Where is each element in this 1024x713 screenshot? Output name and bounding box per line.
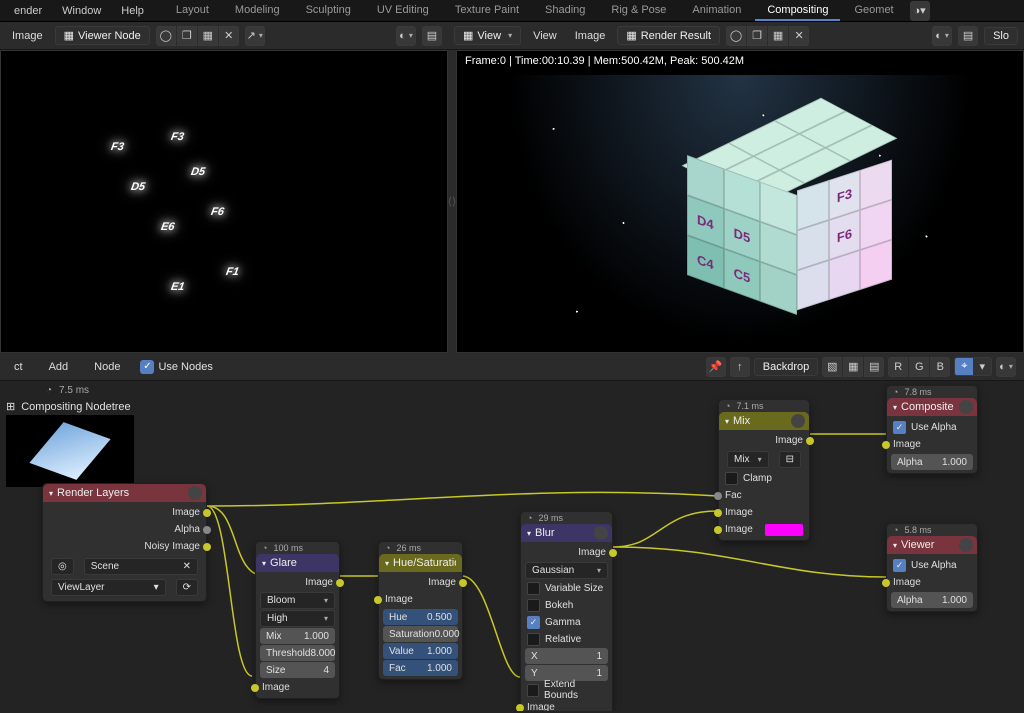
slot-selector[interactable]: Slo xyxy=(984,27,1018,45)
blur-x[interactable]: X1 xyxy=(525,648,608,664)
workspace-tabs: Layout Modeling Sculpting UV Editing Tex… xyxy=(164,1,906,21)
left-image-header: Image ▦Viewer Node ◯ ❐ ▦ ✕ ↗ ◐ ▤ xyxy=(0,22,448,50)
shield-icon[interactable]: ◯ xyxy=(156,26,176,46)
menu-ender[interactable]: ender xyxy=(4,2,52,20)
tab-geometry[interactable]: Geomet xyxy=(842,1,905,21)
pivot-icon[interactable]: ↗ xyxy=(245,26,265,46)
mix-dropdown-icon[interactable]: ⊟ xyxy=(779,451,801,468)
mix-color-swatch[interactable] xyxy=(765,524,803,536)
menu-window[interactable]: Window xyxy=(52,2,111,20)
render-scene: D4D5 C4C5 F3 F6 xyxy=(507,75,973,344)
close-icon[interactable]: ✕ xyxy=(789,26,809,46)
new-icon[interactable]: ▦ xyxy=(198,26,218,46)
nodetree-time: 7.5 ms xyxy=(46,385,134,396)
right-view-menu[interactable]: View xyxy=(527,28,563,44)
backdrop-fit-icon[interactable]: ▦ xyxy=(843,357,863,377)
right-view-dropdown[interactable]: ▦View xyxy=(454,26,521,45)
histogram-icon[interactable]: ▤ xyxy=(958,26,978,46)
shield-icon[interactable]: ◯ xyxy=(726,26,746,46)
backdrop-button[interactable]: Backdrop xyxy=(754,358,818,376)
preview-dot-icon[interactable] xyxy=(791,414,805,428)
tab-animation[interactable]: Animation xyxy=(680,1,753,21)
tab-uv[interactable]: UV Editing xyxy=(365,1,441,21)
glare-mix[interactable]: Mix1.000 xyxy=(260,628,335,644)
parent-icon[interactable]: ↑ xyxy=(730,357,750,377)
node-editor-header: ct Add Node ✓Use Nodes 📌 ↑ Backdrop ▧ ▦ … xyxy=(0,353,1024,381)
pin-icon[interactable]: 📌 xyxy=(706,357,726,377)
node-composite[interactable]: 7.8 ms Composite ✓Use Alpha Image Alpha1… xyxy=(886,385,978,474)
top-menu-bar: ender Window Help Layout Modeling Sculpt… xyxy=(0,0,1024,22)
glow-render-preview: F3 F3 D5 D5 E6 F6 E1 F1 xyxy=(81,131,321,341)
preview-dot-icon[interactable] xyxy=(594,526,608,540)
preview-dot-icon[interactable] xyxy=(959,400,973,414)
composite-alpha[interactable]: Alpha1.000 xyxy=(891,454,973,470)
left-image-menu[interactable]: Image xyxy=(6,28,49,44)
preview-dot-icon[interactable] xyxy=(188,486,202,500)
copy-icon[interactable]: ❐ xyxy=(177,26,197,46)
use-nodes-toggle[interactable]: ✓Use Nodes xyxy=(140,360,212,374)
backdrop-zoom-icon[interactable]: ▧ xyxy=(822,357,842,377)
backdrop-move-icon[interactable]: ▤ xyxy=(864,357,884,377)
scene-browse-icon[interactable]: ◎ xyxy=(51,558,74,575)
right-image-menu[interactable]: Image xyxy=(569,28,612,44)
node-glare[interactable]: 100 ms Glare Image Bloom High Mix1.000 T… xyxy=(255,541,340,699)
right-image-header: ▦View View Image ▦Render Result ◯ ❐ ▦ ✕ … xyxy=(448,22,1024,50)
display-channels-icon[interactable]: ◐ xyxy=(932,26,952,46)
node-render-layers[interactable]: Render Layers Image Alpha Noisy Image ◎ … xyxy=(42,483,207,602)
copy-icon[interactable]: ❐ xyxy=(747,26,767,46)
glare-quality[interactable]: High xyxy=(260,610,335,627)
node-hsv[interactable]: 26 ms Hue/Saturation/Value Image Image H… xyxy=(378,541,463,680)
glare-size[interactable]: Size4 xyxy=(260,662,335,678)
node-canvas[interactable]: 7.5 ms ⊞ Compositing Nodetree Render Laye… xyxy=(0,381,1024,711)
hsv-fac[interactable]: Fac1.000 xyxy=(383,660,458,676)
render-refresh-icon[interactable]: ⟳ xyxy=(176,579,198,596)
display-channels-icon[interactable]: ◐ xyxy=(396,26,416,46)
channel-r[interactable]: R xyxy=(888,357,908,377)
hsv-val[interactable]: Value1.000 xyxy=(383,643,458,659)
node-blur[interactable]: 29 ms Blur Image Gaussian Variable Size … xyxy=(520,511,613,711)
nodetree-icon: ⊞ xyxy=(6,400,15,413)
tab-texturepaint[interactable]: Texture Paint xyxy=(443,1,531,21)
overlay-icon[interactable]: ◐ xyxy=(996,357,1016,377)
tab-rigpose[interactable]: Rig & Pose xyxy=(599,1,678,21)
left-image-selector[interactable]: ▦Viewer Node xyxy=(55,26,150,45)
mix-mode[interactable]: Mix xyxy=(727,451,769,468)
close-icon[interactable]: ✕ xyxy=(219,26,239,46)
tab-shading[interactable]: Shading xyxy=(533,1,597,21)
menu-help[interactable]: Help xyxy=(111,2,154,20)
node-node-menu[interactable]: Node xyxy=(88,359,126,375)
node-viewer[interactable]: 5.8 ms Viewer ✓Use Alpha Image Alpha1.00… xyxy=(886,523,978,612)
new-icon[interactable]: ▦ xyxy=(768,26,788,46)
viewer-node-viewport[interactable]: F3 F3 D5 D5 E6 F6 E1 F1 xyxy=(0,50,448,353)
channel-g[interactable]: G xyxy=(909,357,929,377)
hsv-hue[interactable]: Hue0.500 xyxy=(383,609,458,625)
snap-toggle[interactable]: ⌖▾ xyxy=(954,357,992,376)
scene-field[interactable]: Scene✕ xyxy=(84,558,198,575)
right-image-selector[interactable]: ▦Render Result xyxy=(617,26,720,45)
nodetree-name: Compositing Nodetree xyxy=(21,401,130,413)
tab-modeling[interactable]: Modeling xyxy=(223,1,292,21)
blur-type[interactable]: Gaussian xyxy=(525,562,608,579)
viewport-splitter[interactable]: ⟨⟩ xyxy=(448,50,456,353)
tab-layout[interactable]: Layout xyxy=(164,1,221,21)
node-add-menu[interactable]: Add xyxy=(43,359,75,375)
glare-threshold[interactable]: Threshold8.000 xyxy=(260,645,335,661)
viewer-alpha[interactable]: Alpha1.000 xyxy=(891,592,973,608)
node-select-menu[interactable]: ct xyxy=(8,359,29,375)
viewlayer-field[interactable]: ViewLayer▾ xyxy=(51,579,166,596)
histogram-icon[interactable]: ▤ xyxy=(422,26,442,46)
scene-dropdown-icon[interactable]: ◑▾ xyxy=(910,1,930,21)
hsv-sat[interactable]: Saturation0.000 xyxy=(383,626,458,642)
nodetree-thumb: 7.5 ms ⊞ Compositing Nodetree xyxy=(6,385,134,487)
tab-compositing[interactable]: Compositing xyxy=(755,1,840,21)
channel-b[interactable]: B xyxy=(930,357,950,377)
preview-dot-icon[interactable] xyxy=(959,538,973,552)
render-result-viewport[interactable]: Frame:0 | Time:00:10.39 | Mem:500.42M, P… xyxy=(456,50,1024,353)
viewports-area: F3 F3 D5 D5 E6 F6 E1 F1 ⟨⟩ Frame:0 | Tim… xyxy=(0,50,1024,353)
render-stats: Frame:0 | Time:00:10.39 | Mem:500.42M, P… xyxy=(457,51,1023,71)
node-mix[interactable]: 7.1 ms Mix Image Mix ⊟ Clamp Fac Image I… xyxy=(718,399,810,541)
glare-type[interactable]: Bloom xyxy=(260,592,335,609)
tab-sculpting[interactable]: Sculpting xyxy=(294,1,363,21)
